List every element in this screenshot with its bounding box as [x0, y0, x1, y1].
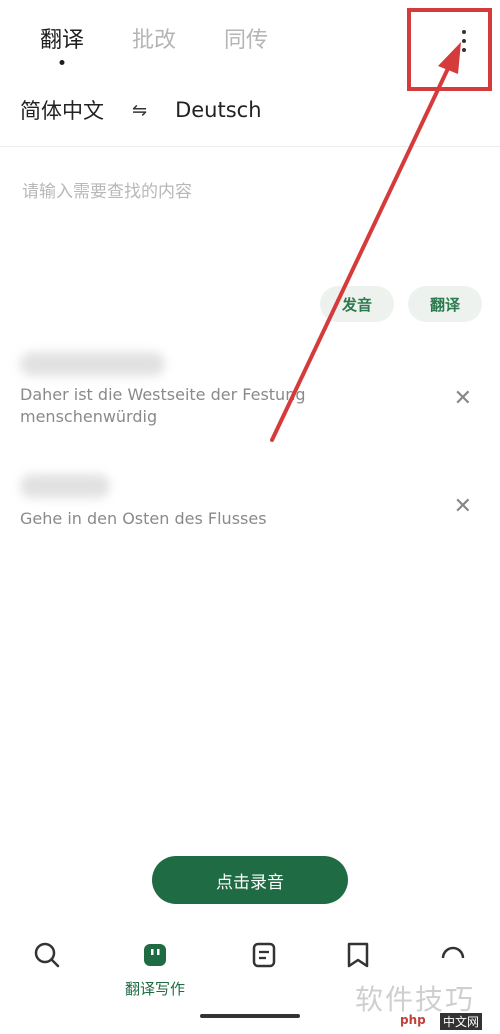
gesture-bar[interactable] — [200, 1014, 300, 1018]
watermark-site-b: 中文网 — [440, 1013, 483, 1030]
notes-icon — [252, 942, 276, 968]
nav-profile[interactable] — [408, 940, 498, 974]
nav-notes[interactable] — [219, 940, 309, 974]
bookmark-icon — [347, 942, 369, 968]
nav-translate-write[interactable]: 翻译写作 — [110, 940, 200, 999]
watermark-site-a: php — [400, 1013, 426, 1027]
nav-vocabulary[interactable] — [313, 940, 403, 974]
profile-icon — [441, 946, 465, 959]
record-button[interactable]: 点击录音 — [152, 856, 348, 904]
nav-translate-write-label: 翻译写作 — [124, 980, 185, 998]
translate-write-icon — [144, 944, 166, 966]
watermark-text: 软件技巧 — [355, 983, 476, 1016]
search-icon — [34, 942, 60, 968]
nav-search[interactable] — [2, 940, 92, 974]
